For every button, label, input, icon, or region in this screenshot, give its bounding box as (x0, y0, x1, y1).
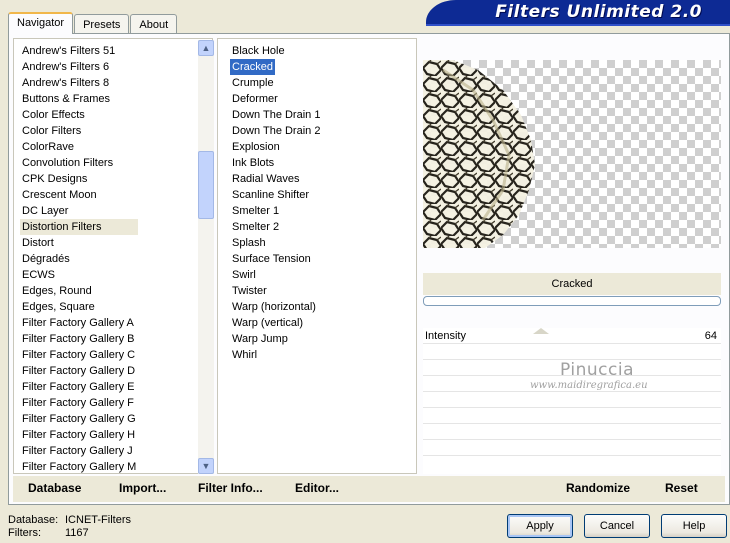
current-filter-name: Cracked (423, 273, 721, 295)
category-item[interactable]: Distortion Filters (20, 219, 139, 235)
category-item[interactable]: Andrew's Filters 8 (20, 75, 138, 91)
panel-button-bar: Database Import... Filter Info... Editor… (13, 476, 725, 502)
category-item[interactable]: Filter Factory Gallery J (20, 443, 138, 459)
tab-strip: Navigator Presets About (8, 12, 178, 34)
category-item[interactable]: ECWS (20, 267, 138, 283)
category-item[interactable]: Filter Factory Gallery E (20, 379, 138, 395)
filter-item[interactable]: Smelter 2 (230, 219, 322, 235)
filters-count-value: 1167 (65, 527, 89, 539)
category-item[interactable]: Filter Factory Gallery A (20, 315, 138, 331)
category-item[interactable]: Filter Factory Gallery D (20, 363, 138, 379)
slider-marker[interactable] (533, 328, 550, 334)
watermark-site: www.maidiregrafica.eu (530, 380, 648, 391)
filter-item[interactable]: Ink Blots (230, 155, 322, 171)
filter-item[interactable]: Twister (230, 283, 322, 299)
category-item[interactable]: Color Effects (20, 107, 138, 123)
preview-pane (423, 60, 721, 248)
watermark-name: Pinuccia (560, 360, 634, 380)
app-title: Filters Unlimited 2.0 (495, 2, 702, 22)
filter-item[interactable]: Down The Drain 2 (230, 123, 322, 139)
scroll-down-button[interactable]: ▼ (198, 458, 214, 474)
scroll-thumb[interactable] (198, 151, 214, 219)
category-item[interactable]: Andrew's Filters 6 (20, 59, 138, 75)
filter-item[interactable]: Warp (vertical) (230, 315, 322, 331)
filter-item[interactable]: Swirl (230, 267, 322, 283)
category-item[interactable]: DC Layer (20, 203, 138, 219)
cancel-button[interactable]: Cancel (584, 514, 650, 538)
category-item[interactable]: Crescent Moon (20, 187, 138, 203)
filter-item[interactable]: Crumple (230, 75, 322, 91)
category-item[interactable]: ColorRave (20, 139, 138, 155)
filter-item[interactable]: Warp Jump (230, 331, 322, 347)
cracked-preview-image (423, 60, 535, 248)
progress-bar (423, 296, 721, 306)
reset-button[interactable]: Reset (665, 481, 698, 495)
help-button[interactable]: Help (661, 514, 727, 538)
scroll-up-button[interactable]: ▲ (198, 40, 214, 56)
apply-button[interactable]: Apply (507, 514, 573, 538)
editor-button[interactable]: Editor... (295, 481, 339, 495)
category-item[interactable]: Color Filters (20, 123, 138, 139)
param-row-empty (423, 392, 721, 408)
filter-item[interactable]: Whirl (230, 347, 322, 363)
filter-item[interactable]: Radial Waves (230, 171, 322, 187)
randomize-button[interactable]: Randomize (566, 481, 630, 495)
filter-item[interactable]: Deformer (230, 91, 322, 107)
category-item[interactable]: Filter Factory Gallery H (20, 427, 138, 443)
filter-item[interactable]: Down The Drain 1 (230, 107, 322, 123)
database-value: ICNET-Filters (65, 514, 131, 526)
category-item[interactable]: CPK Designs (20, 171, 138, 187)
database-button[interactable]: Database (28, 481, 81, 495)
filters-count-label: Filters: (8, 527, 41, 539)
category-scrollbar[interactable]: ▲ ▼ (198, 40, 214, 474)
database-info: Database: ICNET-Filters Filters: 1167 (8, 514, 131, 540)
category-item[interactable]: Andrew's Filters 51 (20, 43, 138, 59)
tab-navigator[interactable]: Navigator (8, 12, 74, 34)
param-label: Intensity (425, 330, 466, 342)
param-row-empty (423, 344, 721, 360)
param-row-empty (423, 408, 721, 424)
filter-item[interactable]: Splash (230, 235, 322, 251)
filter-item[interactable]: Explosion (230, 139, 322, 155)
category-item[interactable]: Buttons & Frames (20, 91, 138, 107)
category-item[interactable]: Edges, Square (20, 299, 138, 315)
category-item[interactable]: Convolution Filters (20, 155, 138, 171)
param-row-intensity[interactable]: Intensity 64 (423, 328, 721, 344)
category-item[interactable]: Filter Factory Gallery M (20, 459, 138, 475)
tab-presets[interactable]: Presets (74, 14, 130, 34)
category-item[interactable]: Filter Factory Gallery B (20, 331, 138, 347)
parameter-area: Intensity 64 (423, 328, 721, 474)
navigator-panel: Andrew's Filters 51 Andrew's Filters 6 And… (8, 33, 730, 505)
filter-info-button[interactable]: Filter Info... (198, 481, 263, 495)
filter-item[interactable]: Cracked (230, 59, 275, 75)
title-banner: Filters Unlimited 2.0 (426, 0, 730, 26)
param-row-empty (423, 424, 721, 440)
category-item[interactable]: Filter Factory Gallery F (20, 395, 138, 411)
chevron-up-icon: ▲ (201, 43, 211, 53)
filter-item[interactable]: Black Hole (230, 43, 322, 59)
filter-item[interactable]: Surface Tension (230, 251, 322, 267)
category-item[interactable]: Edges, Round (20, 283, 138, 299)
import-button[interactable]: Import... (119, 481, 166, 495)
category-item[interactable]: Filter Factory Gallery C (20, 347, 138, 363)
filter-list[interactable]: Black Hole Cracked Crumple Deformer Down The… (217, 38, 417, 474)
category-item[interactable]: Distort (20, 235, 138, 251)
param-value: 64 (704, 330, 717, 342)
filter-item[interactable]: Smelter 1 (230, 203, 322, 219)
database-label: Database: (8, 514, 59, 526)
tab-about[interactable]: About (130, 14, 178, 34)
param-row-empty (423, 440, 721, 456)
chevron-down-icon: ▼ (201, 461, 211, 471)
category-list[interactable]: Andrew's Filters 51 Andrew's Filters 6 And… (13, 38, 214, 475)
category-item[interactable]: Dégradés (20, 251, 138, 267)
filter-item[interactable]: Warp (horizontal) (230, 299, 322, 315)
category-item[interactable]: Filter Factory Gallery G (20, 411, 138, 427)
filter-item[interactable]: Scanline Shifter (230, 187, 322, 203)
